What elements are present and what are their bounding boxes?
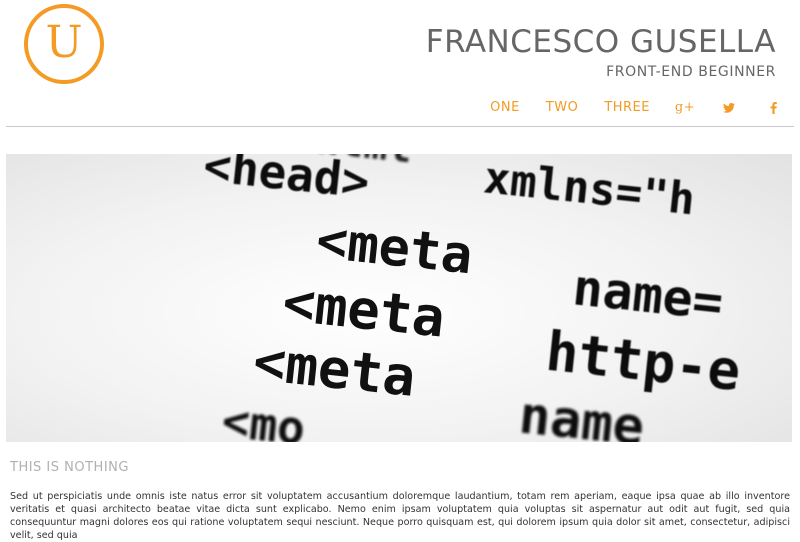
- twitter-icon: [723, 102, 735, 113]
- main-nav: ONE TWO THREE g+: [464, 100, 782, 115]
- site-title: FRANCESCO GUSELLA: [425, 24, 776, 60]
- hero-line: name: [516, 385, 647, 442]
- hero-line: <mo: [219, 393, 307, 442]
- logo-letter: U: [45, 17, 83, 68]
- nav-item-one[interactable]: ONE: [490, 100, 520, 115]
- hero-image: <html <head> xmlns="h <meta name= <meta …: [6, 154, 792, 442]
- logo[interactable]: U: [24, 4, 104, 84]
- header-divider: [6, 126, 794, 127]
- google-plus-link[interactable]: g+: [674, 100, 696, 115]
- facebook-icon: [770, 101, 777, 114]
- site-header: U FRANCESCO GUSELLA FRONT-END BEGINNER O…: [0, 0, 800, 128]
- hero-line: <head>: [201, 154, 372, 209]
- hero-line: xmlns="h: [481, 154, 697, 225]
- nav-item-two[interactable]: TWO: [546, 100, 579, 115]
- facebook-link[interactable]: [764, 101, 782, 114]
- hero-line: name=: [570, 258, 726, 331]
- body-paragraph: Sed ut perspiciatis unde omnis iste natu…: [10, 491, 790, 541]
- google-plus-icon: g+: [674, 100, 696, 115]
- nav-item-three[interactable]: THREE: [604, 100, 650, 115]
- twitter-link[interactable]: [720, 102, 738, 113]
- site-subtitle: FRONT-END BEGINNER: [606, 64, 776, 80]
- section-title: THIS IS NOTHING: [10, 460, 129, 475]
- hero-code-illustration: <html <head> xmlns="h <meta name= <meta …: [201, 154, 744, 442]
